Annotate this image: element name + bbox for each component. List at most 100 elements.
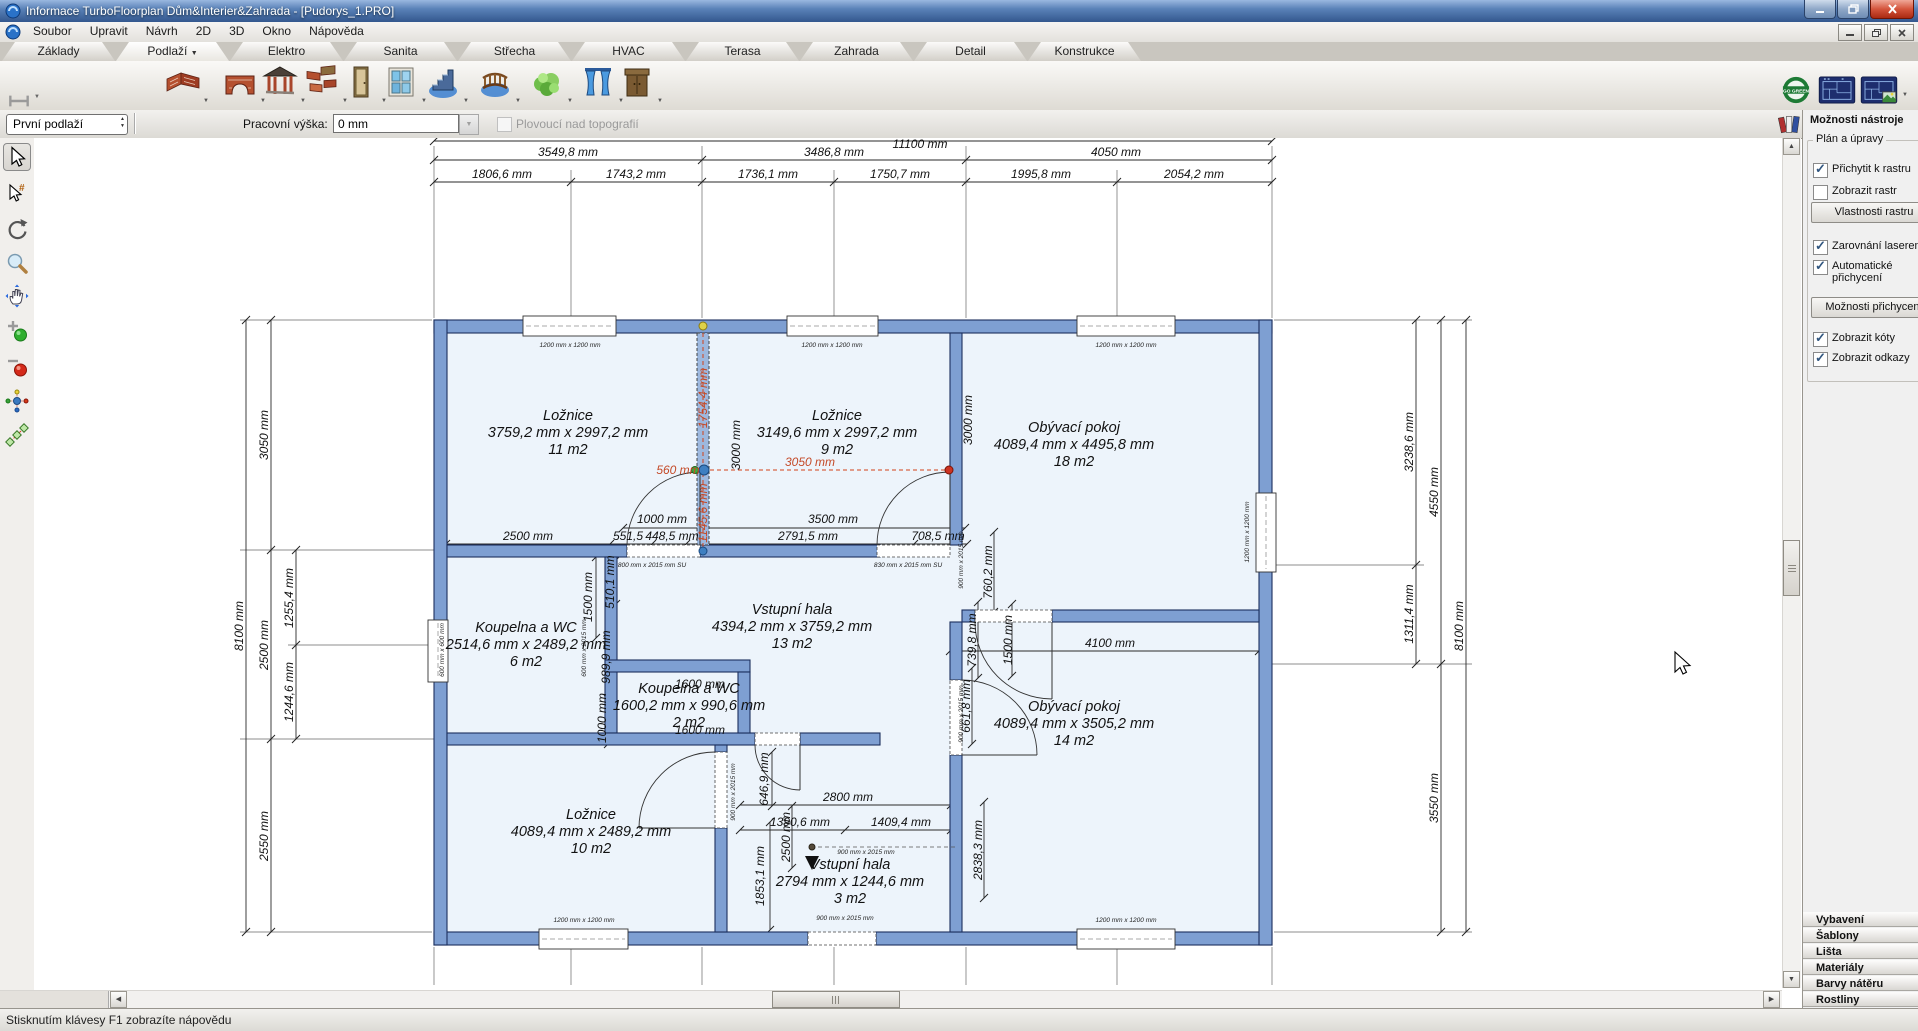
cabinet-dropdown-icon[interactable]: ▼: [657, 98, 663, 104]
scroll-left-icon[interactable]: ◀: [110, 991, 127, 1008]
select-tool[interactable]: [4, 144, 30, 170]
window-tool[interactable]: ▼: [381, 64, 421, 106]
tab-sanita[interactable]: Sanita: [344, 42, 457, 61]
dim-label: 1600 mm: [675, 677, 725, 691]
tab-dropdown-icon[interactable]: ▼: [191, 50, 198, 57]
shrub-tool[interactable]: ▼: [527, 64, 567, 106]
door-tool[interactable]: ▼: [341, 64, 381, 106]
menu-okno[interactable]: Okno: [253, 22, 300, 42]
floorplan-canvas[interactable]: Ložnice3759,2 mm x 2997,2 mm11 m2Ložnice…: [34, 138, 1782, 990]
tab-podlazi[interactable]: Podlaží ▼: [116, 42, 229, 61]
wall-arch-tool[interactable]: ▼: [220, 64, 260, 106]
badges-dropdown-icon[interactable]: ▼: [1902, 92, 1908, 98]
shrub-dropdown-icon[interactable]: ▼: [567, 98, 573, 104]
mdi-close-button[interactable]: [1890, 24, 1914, 41]
rotate-tool[interactable]: [4, 216, 30, 242]
scroll-up-icon[interactable]: ▲: [1783, 138, 1800, 155]
automaticke-prichyceni-checkbox[interactable]: ✓: [1813, 260, 1828, 275]
add-object-tool[interactable]: [4, 318, 30, 344]
vlastnosti-rastru-button[interactable]: Vlastnosti rastru: [1811, 202, 1918, 223]
room-size: 4394,2 mm x 3759,2 mm: [712, 619, 872, 635]
dimension-tool-icon[interactable]: [6, 88, 32, 106]
wall-corner-tool[interactable]: ▼: [163, 64, 203, 106]
room-size: 3149,6 mm x 2997,2 mm: [757, 425, 917, 441]
zobrazit-rastr-checkbox[interactable]: [1813, 185, 1828, 200]
floor-level-select[interactable]: První podlaží ▲▼: [6, 114, 128, 135]
tab-detail[interactable]: Detail: [914, 42, 1027, 61]
tab-hvac[interactable]: HVAC: [572, 42, 685, 61]
menu-upravit[interactable]: Upravit: [81, 22, 137, 42]
wall-corner-dropdown-icon[interactable]: ▼: [203, 98, 209, 104]
wall-bricks-tool[interactable]: ▼: [302, 64, 342, 106]
library-books-icon[interactable]: [1777, 112, 1803, 136]
prichytit-k-rastru-checkbox[interactable]: ✓: [1813, 163, 1828, 178]
zobrazit-odkazy-checkbox[interactable]: ✓: [1813, 352, 1828, 367]
menu-2d[interactable]: 2D: [187, 22, 220, 42]
balcony-dropdown-icon[interactable]: ▼: [515, 98, 521, 104]
pan-tool[interactable]: [4, 283, 30, 309]
tab-terasa[interactable]: Terasa: [686, 42, 799, 61]
room-size: 4089,4 mm x 4495,8 mm: [994, 437, 1154, 453]
select-numeric-tool[interactable]: #: [4, 180, 30, 206]
door-opening: [755, 733, 800, 745]
measure-chain-tool[interactable]: [4, 422, 30, 448]
zoom-tool[interactable]: [4, 250, 30, 276]
tab-zahrada[interactable]: Zahrada: [800, 42, 913, 61]
moznosti-prichyceni-button[interactable]: Možnosti přichycení: [1811, 297, 1918, 318]
section-barvy-nateru[interactable]: Barvy nátěru: [1803, 976, 1918, 991]
orbit-tool[interactable]: [4, 388, 30, 414]
tab-konstrukce[interactable]: Konstrukce: [1028, 42, 1141, 61]
dim-label: 3000 mm: [961, 395, 975, 445]
mdi-restore-button[interactable]: [1864, 24, 1888, 41]
section-sablony[interactable]: Šablony: [1803, 928, 1918, 943]
room-area: 3 m2: [834, 891, 866, 907]
section-vybaveni[interactable]: Vybavení: [1803, 912, 1918, 927]
stairs-tool[interactable]: ▼: [423, 64, 463, 106]
wall: [447, 545, 627, 557]
zobrazit-koty-checkbox[interactable]: ✓: [1813, 332, 1828, 347]
menu-napoveda[interactable]: Nápověda: [300, 22, 373, 42]
working-height-dropdown-icon[interactable]: ▼: [459, 114, 479, 135]
horizontal-scroll-thumb[interactable]: [772, 991, 900, 1008]
wall: [876, 932, 1272, 945]
tab-elektro[interactable]: Elektro: [230, 42, 343, 61]
scroll-down-icon[interactable]: ▼: [1783, 971, 1800, 988]
canvas-horizontal-scrollbar[interactable]: ◀ ▶: [0, 990, 1782, 1009]
working-height-input[interactable]: [333, 114, 459, 133]
section-rostliny[interactable]: Rostliny: [1803, 992, 1918, 1007]
menu-navrh[interactable]: Návrh: [137, 22, 187, 42]
remove-object-tool[interactable]: [4, 353, 30, 379]
floating-topography-checkbox[interactable]: [497, 117, 512, 132]
dimension-tool-dropdown-icon[interactable]: ▼: [34, 94, 40, 100]
tab-zaklady[interactable]: Základy: [2, 42, 115, 61]
zarovnani-laserem-checkbox[interactable]: ✓: [1813, 240, 1828, 255]
section-materialy[interactable]: Materiály: [1803, 960, 1918, 975]
dim-label: 1750,7 mm: [870, 167, 930, 181]
tab-strecha[interactable]: Střecha: [458, 42, 571, 61]
minimize-button[interactable]: [1804, 0, 1836, 19]
balcony-tool[interactable]: ▼: [475, 64, 515, 106]
fixture-label: 1200 mm x 1200 mm: [553, 917, 615, 924]
blueprint-icon[interactable]: [1818, 76, 1856, 104]
floor-level-spinner-icon[interactable]: ▲▼: [120, 116, 125, 130]
menu-3d[interactable]: 3D: [220, 22, 253, 42]
cabinet-tool[interactable]: ▼: [617, 64, 657, 106]
blueprint-photo-icon[interactable]: [1860, 76, 1898, 104]
section-lista[interactable]: Lišta: [1803, 944, 1918, 959]
fixture-label: 600 mm x 600 mm: [439, 623, 446, 677]
close-button[interactable]: [1870, 0, 1914, 19]
gazebo-tool[interactable]: ▼: [260, 64, 300, 106]
vertical-scroll-thumb[interactable]: [1783, 540, 1800, 596]
dim-label: 448,5 mm: [645, 529, 698, 543]
go-green-icon[interactable]: GO GREEN: [1782, 76, 1810, 104]
restore-button[interactable]: [1837, 0, 1869, 19]
stairs-dropdown-icon[interactable]: ▼: [463, 98, 469, 104]
door-opening: [877, 545, 950, 557]
dim-label: 646,9 mm: [757, 752, 771, 805]
panel-title: Možnosti nástroje: [1810, 114, 1904, 126]
curtains-tool[interactable]: ▼: [578, 64, 618, 106]
canvas-vertical-scrollbar[interactable]: ▲ ▼: [1782, 138, 1801, 988]
menu-soubor[interactable]: Soubor: [24, 22, 81, 42]
mdi-minimize-button[interactable]: [1838, 24, 1862, 41]
scroll-right-icon[interactable]: ▶: [1763, 991, 1780, 1008]
